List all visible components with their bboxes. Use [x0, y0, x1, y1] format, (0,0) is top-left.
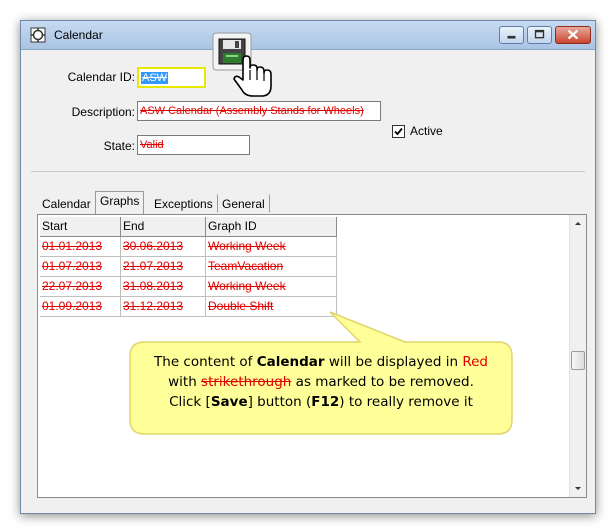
- cell-start[interactable]: 22.07.2013: [40, 277, 121, 297]
- callout-text-part: ) to really remove it: [339, 394, 473, 410]
- grid-header-row: Start End Graph ID: [40, 217, 337, 237]
- vertical-scrollbar[interactable]: [569, 215, 586, 497]
- window-title: Calendar: [54, 28, 103, 42]
- cell-start[interactable]: 01.01.2013: [40, 237, 121, 257]
- cell-graph-id[interactable]: TeamVacation: [206, 257, 337, 277]
- check-icon: [394, 127, 403, 136]
- callout-line-1: The content of Calendar will be displaye…: [135, 352, 507, 372]
- calendar-window: Calendar Calendar ID: ASW Description: A…: [20, 20, 596, 514]
- tab-calendar[interactable]: Calendar: [37, 194, 96, 213]
- column-header-end[interactable]: End: [121, 217, 206, 237]
- maximize-button[interactable]: [527, 26, 552, 44]
- callout-line-3: Click [Save] button (F12) to really remo…: [135, 392, 507, 412]
- maximize-icon: [534, 29, 545, 39]
- callout-text-part: with: [168, 374, 202, 390]
- table-row[interactable]: 22.07.2013 31.08.2013 Working Week: [40, 277, 337, 297]
- callout-keyword-save: Save: [210, 394, 248, 410]
- cell-end[interactable]: 30.06.2013: [121, 237, 206, 257]
- callout-text-part: ] button (: [247, 394, 312, 410]
- tab-graphs[interactable]: Graphs: [95, 191, 145, 214]
- scrollbar-thumb[interactable]: [571, 351, 585, 370]
- scroll-up-icon[interactable]: [570, 215, 586, 232]
- tab-general[interactable]: General: [217, 194, 270, 213]
- callout-keyword-strikethrough: strikethrough: [201, 374, 292, 390]
- callout-text-part: as marked to be removed.: [291, 374, 474, 390]
- table-row[interactable]: 01.09.2013 31.12.2013 Double Shift: [40, 297, 337, 317]
- active-label: Active: [410, 124, 443, 138]
- description-value: ASW Calendar (Assembly Stands for Wheels…: [140, 105, 364, 117]
- calendar-id-label: Calendar ID:: [67, 70, 135, 84]
- close-button[interactable]: [555, 26, 591, 44]
- description-label: Description:: [71, 105, 135, 119]
- cell-end[interactable]: 21.07.2013: [121, 257, 206, 277]
- calendar-id-value: ASW: [141, 72, 169, 84]
- cell-end[interactable]: 31.08.2013: [121, 277, 206, 297]
- table-row[interactable]: 01.01.2013 30.06.2013 Working Week: [40, 237, 337, 257]
- cell-end[interactable]: 31.12.2013: [121, 297, 206, 317]
- column-header-graph-id[interactable]: Graph ID: [206, 217, 337, 237]
- table-row[interactable]: 01.07.2013 21.07.2013 TeamVacation: [40, 257, 337, 277]
- state-label: State:: [103, 139, 135, 153]
- active-checkbox[interactable]: [392, 125, 405, 138]
- minimize-icon: [507, 35, 516, 39]
- cell-start[interactable]: 01.09.2013: [40, 297, 121, 317]
- close-icon: [567, 29, 579, 40]
- save-button[interactable]: [209, 30, 284, 102]
- cell-graph-id[interactable]: Working Week: [206, 237, 337, 257]
- tab-exceptions[interactable]: Exceptions: [149, 194, 218, 213]
- separator: [31, 171, 585, 172]
- callout-keyword-f12: F12: [311, 394, 340, 410]
- callout-text-part: Click [: [169, 394, 211, 410]
- callout-keyword-calendar: Calendar: [256, 354, 325, 370]
- title-bar: Calendar: [21, 21, 595, 50]
- callout-text: The content of Calendar will be displaye…: [135, 352, 507, 412]
- cell-graph-id[interactable]: Working Week: [206, 277, 337, 297]
- callout-line-2: with strikethrough as marked to be remov…: [135, 372, 507, 392]
- callout-keyword-red: Red: [462, 354, 488, 370]
- calendar-app-icon: [30, 27, 46, 43]
- column-header-start[interactable]: Start: [40, 217, 121, 237]
- state-value: Valid: [140, 139, 164, 151]
- description-field[interactable]: ASW Calendar (Assembly Stands for Wheels…: [137, 101, 381, 121]
- minimize-button[interactable]: [499, 26, 524, 44]
- state-field[interactable]: Valid: [137, 135, 250, 155]
- callout-text-part: The content of: [154, 354, 257, 370]
- cell-graph-id[interactable]: Double Shift: [206, 297, 337, 317]
- scroll-down-icon[interactable]: [570, 480, 586, 497]
- calendar-id-field[interactable]: ASW: [137, 67, 206, 88]
- callout-text-part: will be displayed in: [324, 354, 463, 370]
- cell-start[interactable]: 01.07.2013: [40, 257, 121, 277]
